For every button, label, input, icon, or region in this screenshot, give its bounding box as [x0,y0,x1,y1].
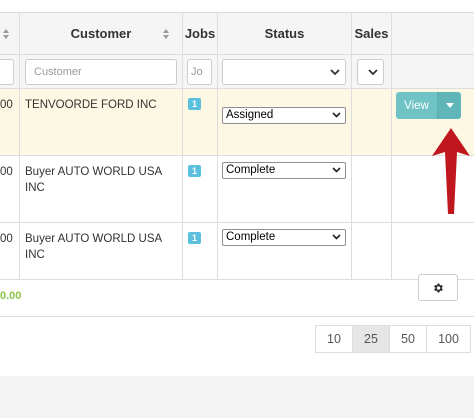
status-cell: Complete [218,156,352,222]
table-header-row: Customer Jobs Status Sales [0,13,474,55]
filter-row [0,55,474,89]
total-value: 0.00 [0,290,22,302]
header-customer-label: Customer [70,26,132,41]
chevron-down-icon [332,167,341,173]
amount-cell: 00 [0,89,20,155]
header-jobs-label: Jobs [184,26,216,41]
filter-status-cell [218,55,352,88]
header-customer[interactable]: Customer [20,13,183,54]
status-cell: Complete [218,223,352,279]
jobs-cell: 1 [183,223,218,279]
page-size-option[interactable]: 10 [315,325,353,353]
page-size-option[interactable]: 50 [389,325,427,353]
view-dropdown-toggle[interactable] [438,92,461,119]
amount-value: 00 [0,233,13,245]
customer-cell: TENVOORDE FORD INC [20,89,183,155]
jobs-count-badge: 1 [188,165,201,177]
customer-cell: Buyer AUTO WORLD USA INC [20,223,183,279]
amount-cell: 00 [0,223,20,279]
amount-value: 00 [0,166,13,178]
table-row: 00 Buyer AUTO WORLD USA INC 1 Complete [0,156,474,223]
jobs-count-badge: 1 [188,232,201,244]
status-select-value: Assigned [226,109,274,121]
customer-name-line1: Buyer AUTO WORLD USA [25,233,163,245]
table-row: 00 Buyer AUTO WORLD USA INC 1 Complete [0,223,474,280]
red-arrow-icon [432,128,470,214]
customer-cell: Buyer AUTO WORLD USA INC [20,156,183,222]
view-button-label: View [404,99,429,112]
page-size-label: 100 [438,332,459,346]
actions-cell [392,223,474,279]
customer-name: TENVOORDE FORD INC [25,99,157,111]
status-select[interactable]: Complete [222,162,346,179]
sales-cell [352,89,392,155]
customer-name-line2: INC [25,182,45,194]
view-button[interactable]: View [396,92,438,119]
header-status: Status [218,13,352,54]
customer-name-line1: Buyer AUTO WORLD USA [25,166,163,178]
sales-filter-select[interactable] [357,59,384,85]
amount-filter-input[interactable] [0,59,14,85]
jobs-filter-input[interactable] [187,59,212,85]
chevron-down-icon [330,69,340,76]
header-sales: Sales [352,13,392,54]
sales-cell [352,223,392,279]
page-size-label: 10 [327,332,341,346]
header-amount-partial[interactable] [0,13,20,54]
sort-icon[interactable] [2,28,10,40]
chevron-down-icon [332,234,341,240]
filter-amount-cell [0,55,20,88]
jobs-table: Customer Jobs Status Sales Customer Jo 0… [0,12,474,317]
page-size-option-selected[interactable]: 25 [352,325,390,353]
status-cell: Assigned [218,89,352,155]
jobs-panel: Customer Jobs Status Sales Customer Jo 0… [0,0,474,376]
filter-customer-cell [20,55,183,88]
status-select[interactable]: Assigned [222,107,346,124]
view-button-group: View [396,92,461,119]
customer-name-line2: INC [25,249,45,261]
jobs-count-badge: 1 [188,98,201,110]
chevron-down-icon [332,112,341,118]
header-sales-label: Sales [354,26,389,41]
header-jobs: Jobs [183,13,218,54]
status-filter-select[interactable] [222,59,346,85]
filter-actions-cell [392,55,474,88]
jobs-cell: 1 [183,89,218,155]
header-actions [392,13,474,54]
chevron-down-icon [368,69,378,76]
filter-jobs-cell [183,55,218,88]
jobs-cell: 1 [183,156,218,222]
header-status-label: Status [264,26,305,41]
amount-cell: 00 [0,156,20,222]
status-select-value: Complete [226,231,276,243]
sales-cell [352,156,392,222]
caret-down-icon [445,103,454,108]
page-size-label: 25 [364,332,378,346]
page-size-label: 50 [401,332,415,346]
page-size-option[interactable]: 100 [426,325,471,353]
status-select-value: Complete [226,164,276,176]
customer-filter-input[interactable] [25,59,177,85]
filter-sales-cell [352,55,392,88]
amount-value: 00 [0,99,13,111]
settings-button[interactable] [418,274,458,301]
page-size-selector: 10 25 50 100 [315,325,471,353]
totals-row: 0.00 [0,280,474,317]
sort-icon[interactable] [162,28,170,40]
status-select[interactable]: Complete [222,229,346,246]
gear-icon [434,283,443,292]
